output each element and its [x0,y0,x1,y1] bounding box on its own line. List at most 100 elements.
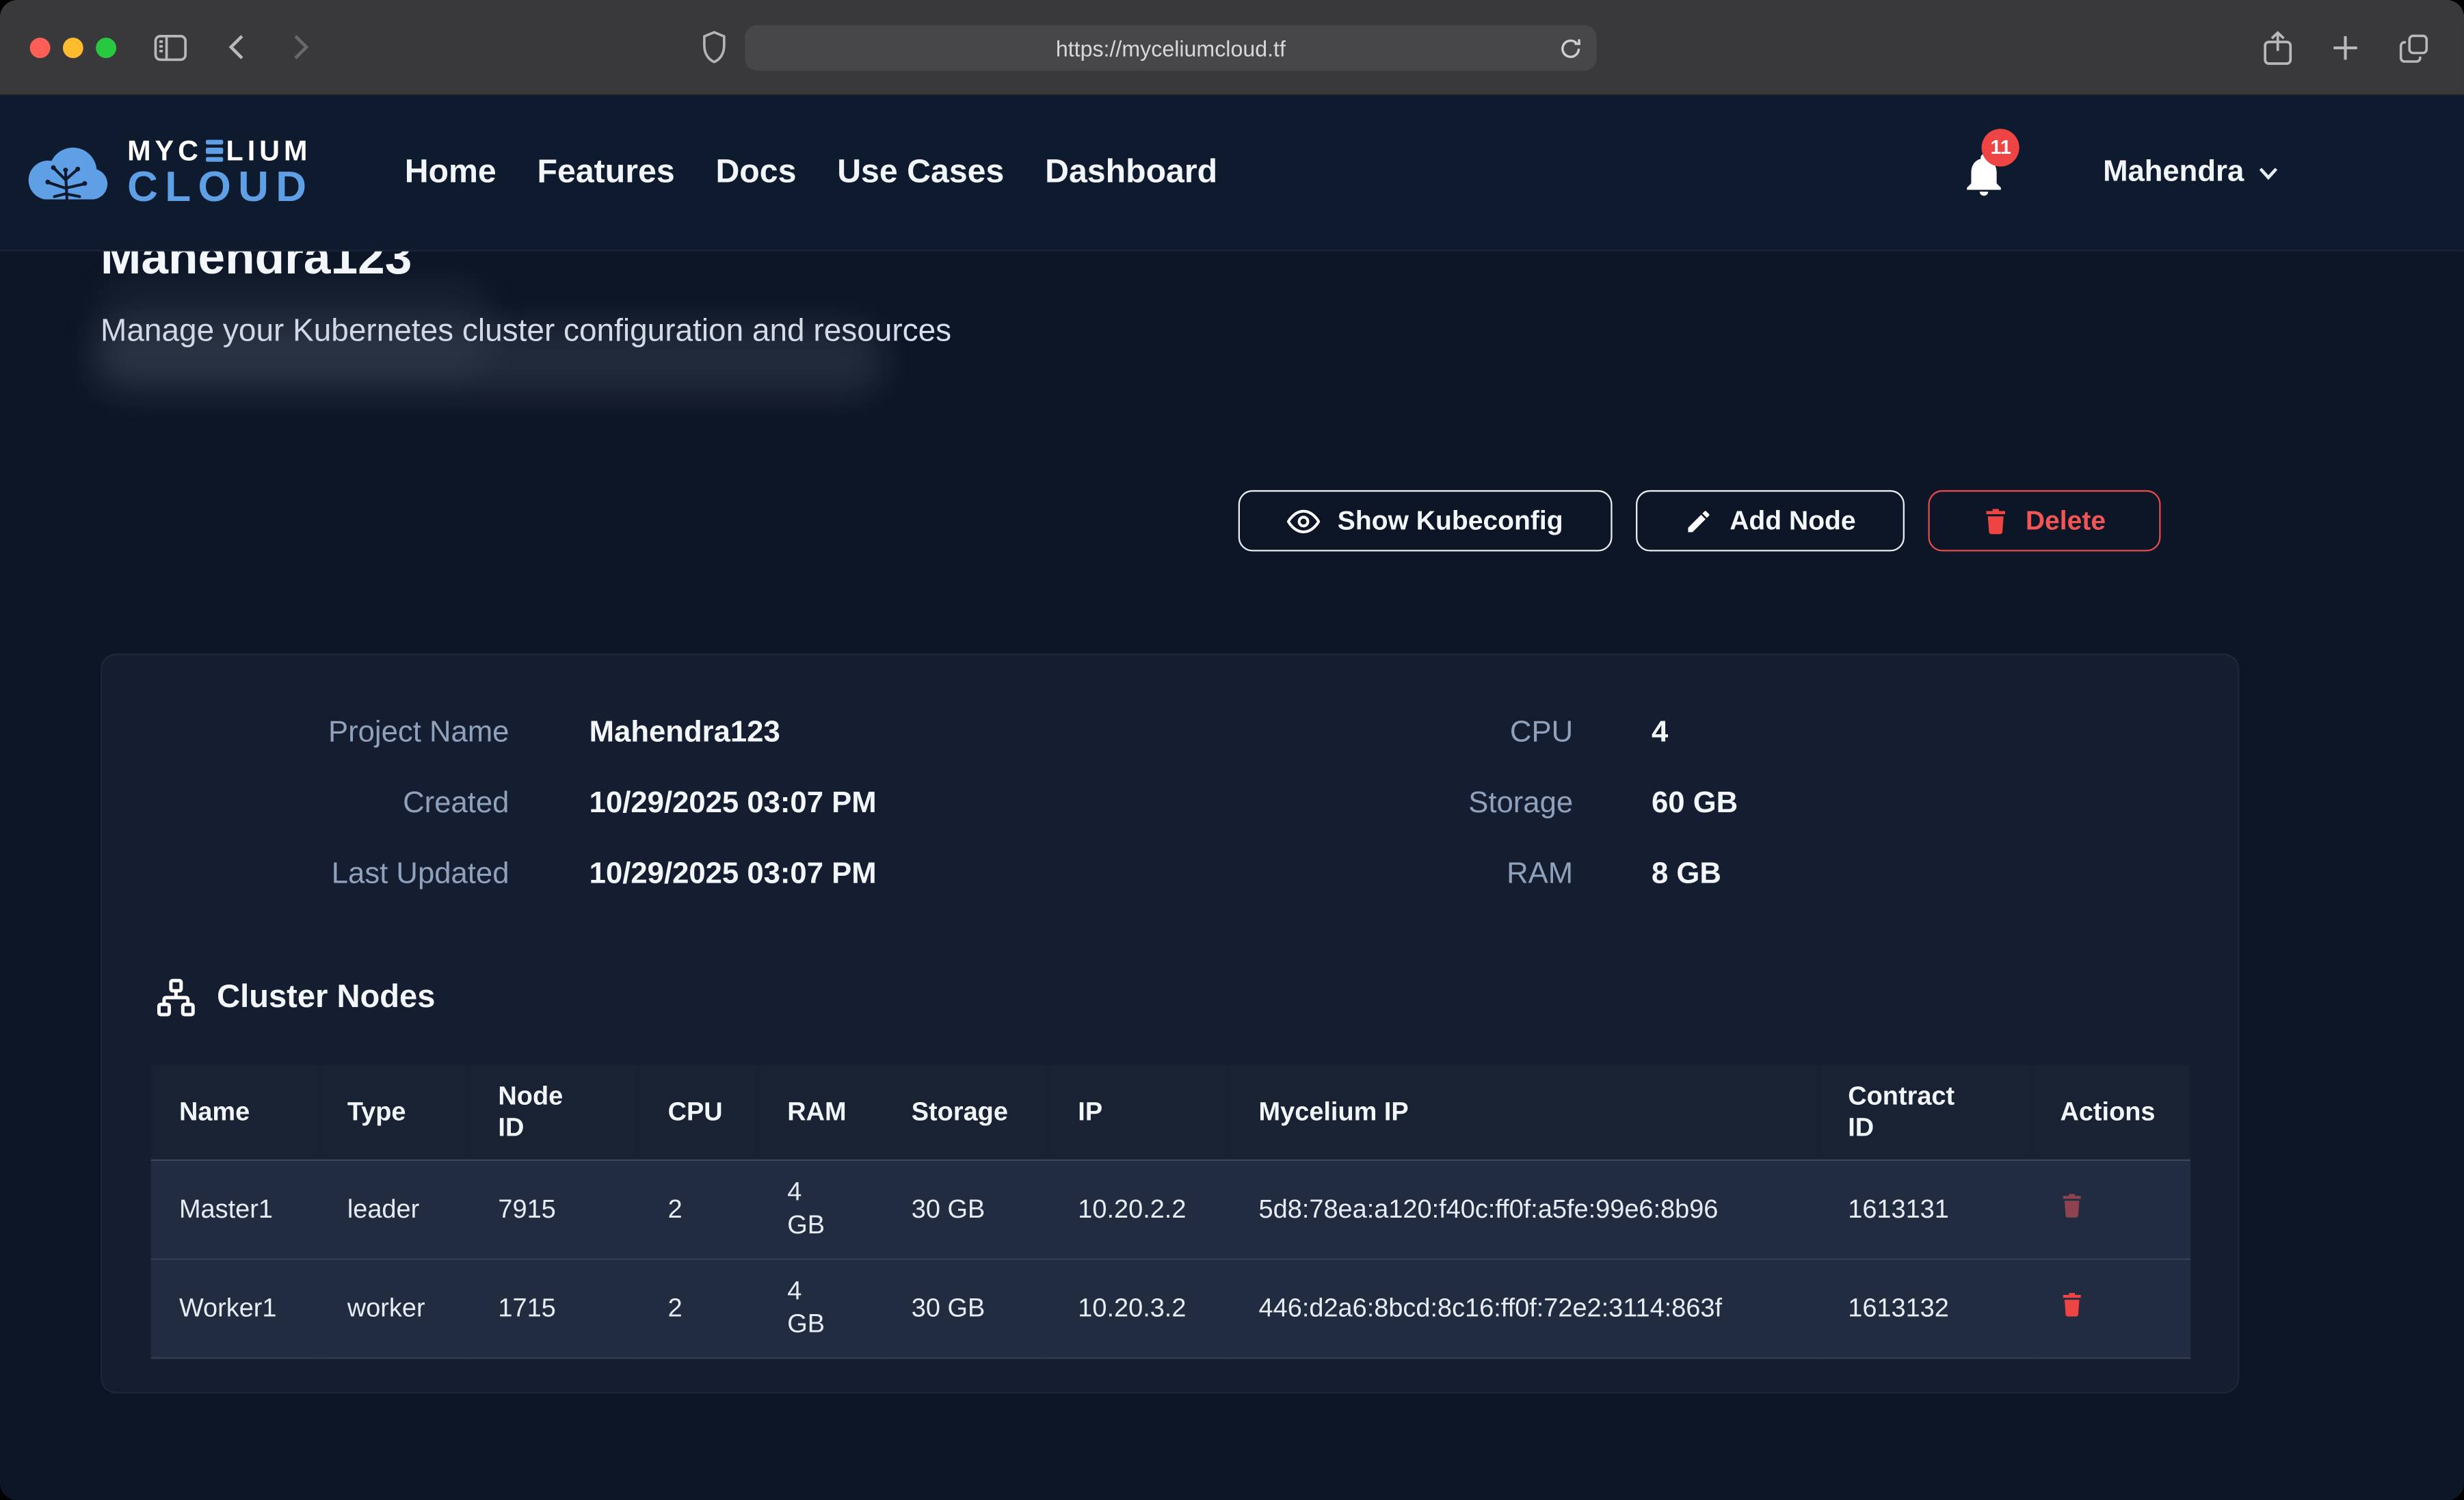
address-bar[interactable]: https://myceliumcloud.tf [745,25,1596,71]
chevron-down-icon [2258,165,2279,180]
new-tab-icon[interactable] [2331,33,2361,63]
zoom-window-button[interactable] [96,37,116,57]
detail-value-cpu: 4 [1573,713,2238,754]
cell-ram: 4 GB [759,1259,884,1358]
trash-icon [2060,1192,2083,1218]
cluster-actions: Show Kubeconfig Add Node Delete [101,490,2239,552]
nav-link-use-cases[interactable]: Use Cases [837,154,1004,191]
show-kubeconfig-button[interactable]: Show Kubeconfig [1238,490,1612,552]
detail-value-project-name: Mahendra123 [509,713,1239,754]
back-icon[interactable] [228,33,245,61]
sidebar-toggle-icon[interactable] [154,34,187,60]
cell-contract-id: 1613132 [1820,1259,2032,1358]
detail-label: Created [102,784,509,825]
cluster-details: Project Name Mahendra123 CPU 4 Created 1… [102,712,2238,896]
detail-label: CPU [1240,713,1573,754]
col-header-cpu: CPU [639,1065,759,1160]
nodes-table-container: Name Type Node ID CPU RAM Storage IP Myc… [151,1065,2188,1359]
network-icon [155,977,196,1018]
user-name: Mahendra [2103,155,2244,190]
cell-node-id: 7915 [470,1160,639,1259]
privacy-shield-icon [702,31,726,64]
cell-name: Master1 [151,1160,319,1259]
cluster-page: Mahendra123 Manage your Kubernetes clust… [0,228,2464,1393]
cell-contract-id: 1613131 [1820,1160,2032,1259]
delete-node-button[interactable] [2060,1192,2083,1218]
site-navbar: MYCLIUM CLOUD Home Features Docs Use Cas… [0,96,2464,251]
col-header-mycelium-ip: Mycelium IP [1230,1065,1820,1160]
detail-value-ram: 8 GB [1573,855,2238,896]
close-window-button[interactable] [30,37,51,57]
nav-link-features[interactable]: Features [538,154,675,191]
detail-label: Project Name [102,713,509,754]
cell-cpu: 2 [639,1160,759,1259]
nodes-table: Name Type Node ID CPU RAM Storage IP Myc… [151,1065,2191,1359]
cell-name: Worker1 [151,1259,319,1358]
page-subtitle: Manage your Kubernetes cluster configura… [101,311,2464,352]
col-header-ram: RAM [759,1065,884,1160]
nav-link-dashboard[interactable]: Dashboard [1045,154,1217,191]
titlebar-right-icons [2263,0,2430,96]
table-row: Master1 leader 7915 2 4 GB 30 GB 10.20.2… [151,1160,2191,1259]
eye-icon [1287,508,1320,533]
nav-link-home[interactable]: Home [405,154,496,191]
table-row: Worker1 worker 1715 2 4 GB 30 GB 10.20.3… [151,1259,2191,1358]
pencil-icon [1684,507,1712,535]
delete-label: Delete [2026,505,2106,537]
detail-value-last-updated: 10/29/2025 03:07 PM [509,855,1239,896]
col-header-ip: IP [1050,1065,1230,1160]
cluster-details-card: Project Name Mahendra123 CPU 4 Created 1… [101,654,2239,1393]
col-header-type: Type [319,1065,470,1160]
col-header-contract-id: Contract ID [1820,1065,2032,1160]
cloud-tree-icon [23,140,113,206]
nav-link-docs[interactable]: Docs [715,154,796,191]
cell-ip: 10.20.3.2 [1050,1259,1230,1358]
delete-cluster-button[interactable]: Delete [1928,490,2160,552]
user-menu[interactable]: Mahendra [2103,155,2279,190]
trash-icon [2060,1291,2083,1317]
add-node-button[interactable]: Add Node [1635,490,1905,552]
cell-storage: 30 GB [883,1259,1050,1358]
traffic-lights [30,37,116,57]
cell-mycelium-ip: 446:d2a6:8bcd:8c16:ff0f:72e2:3114:863f [1230,1259,1820,1358]
logo-text: MYCLIUM CLOUD [127,137,313,209]
minimize-window-button[interactable] [63,37,83,57]
notification-count-badge: 11 [1982,129,2019,166]
reload-icon[interactable] [1559,36,1582,59]
webpage: MYCLIUM CLOUD Home Features Docs Use Cas… [0,96,2464,1500]
cell-node-id: 1715 [470,1259,639,1358]
share-icon[interactable] [2263,30,2293,66]
safari-window: https://myceliumcloud.tf [0,0,2464,1500]
cell-ip: 10.20.2.2 [1050,1160,1230,1259]
detail-label: Last Updated [102,855,509,896]
tab-overview-icon[interactable] [2398,32,2429,64]
col-header-node-id: Node ID [470,1065,639,1160]
col-header-actions: Actions [2032,1065,2190,1160]
cell-actions [2032,1259,2190,1358]
delete-node-button[interactable] [2060,1291,2083,1317]
logo-e-bars [206,140,223,162]
cell-ram: 4 GB [759,1160,884,1259]
nav-links: Home Features Docs Use Cases Dashboard [405,154,1217,191]
add-node-label: Add Node [1730,505,1855,537]
logo-word-top-left: MYC [127,137,202,165]
notifications-button[interactable]: 11 [1963,149,2006,196]
cell-mycelium-ip: 5d8:78ea:a120:f40c:ff0f:a5fe:99e6:8b96 [1230,1160,1820,1259]
table-header-row: Name Type Node ID CPU RAM Storage IP Myc… [151,1065,2191,1160]
cell-storage: 30 GB [883,1160,1050,1259]
mycelium-cloud-logo[interactable]: MYCLIUM CLOUD [23,137,313,209]
trash-icon [1983,507,2009,535]
browser-titlebar: https://myceliumcloud.tf [0,0,2464,96]
url-text: https://myceliumcloud.tf [1056,36,1286,61]
cell-actions [2032,1160,2190,1259]
col-header-storage: Storage [883,1065,1050,1160]
logo-word-bottom: CLOUD [127,167,313,209]
detail-value-created: 10/29/2025 03:07 PM [509,784,1239,825]
detail-label: RAM [1240,855,1573,896]
cluster-nodes-heading: Cluster Nodes [155,977,2238,1018]
detail-value-storage: 60 GB [1573,784,2238,825]
cell-type: worker [319,1259,470,1358]
show-kubeconfig-label: Show Kubeconfig [1338,505,1563,537]
cluster-nodes-title: Cluster Nodes [217,979,435,1017]
forward-icon[interactable] [292,33,309,61]
